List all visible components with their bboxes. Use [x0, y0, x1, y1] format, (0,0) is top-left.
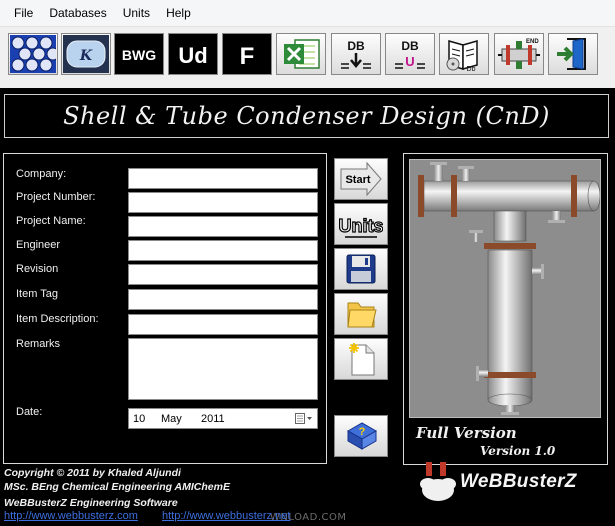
condenser-illustration — [418, 162, 601, 415]
project-name-input[interactable] — [128, 216, 318, 237]
db-edit-label: DB — [401, 39, 419, 53]
folder-icon — [347, 302, 377, 328]
app-title: Shell & Tube Condenser Design (CnD) — [63, 102, 550, 130]
end-label: END — [526, 39, 539, 45]
menu-bar: File Databases Units Help — [0, 0, 615, 27]
copyright-text: Copyright © 2011 by Khaled Aljundi — [4, 467, 181, 479]
company-input[interactable] — [128, 168, 318, 189]
calendar-dropdown-icon[interactable] — [295, 413, 313, 425]
bwg-button[interactable]: BWG — [114, 33, 164, 75]
f-factor-icon: F — [224, 35, 270, 73]
open-button[interactable] — [334, 293, 388, 335]
db-import-button[interactable]: DB — [331, 33, 381, 75]
revision-label: Revision — [16, 263, 59, 275]
db-edit-button[interactable]: DB U — [385, 33, 435, 75]
ud-icon-label: Ud — [178, 43, 207, 68]
version-label: Version 1.0 — [480, 444, 556, 458]
units-label: Units — [339, 216, 383, 236]
title-banner: Shell & Tube Condenser Design (CnD) — [4, 94, 609, 138]
help-button[interactable]: ? — [334, 415, 388, 457]
condenser-preview-panel: Full Version Version 1.0 — [403, 153, 608, 465]
project-number-label: Project Number: — [16, 191, 96, 203]
menu-help[interactable]: Help — [158, 6, 199, 20]
remarks-label: Remarks — [16, 338, 61, 350]
credentials-text: MSc. BEng Chemical Engineering AMIChemE — [4, 481, 230, 493]
thermal-conductivity-k-icon: K — [63, 35, 109, 73]
date-picker[interactable]: 10 May 2011 — [128, 408, 318, 429]
webbusterz-logo-icon — [420, 462, 456, 501]
exchanger-end-button[interactable]: END — [494, 33, 544, 75]
svg-text:?: ? — [359, 426, 366, 438]
start-button[interactable]: Start — [334, 158, 388, 200]
excel-icon — [284, 39, 320, 69]
f-icon-label: F — [240, 43, 255, 70]
date-day: 10 — [133, 413, 146, 425]
website-link-net[interactable]: http://www.webbusterz.net — [162, 510, 290, 522]
new-file-icon — [349, 343, 375, 376]
k-icon-label: K — [79, 48, 93, 64]
excel-export-button[interactable] — [276, 33, 326, 75]
logo-text: WeBBusterZ — [460, 471, 577, 492]
db-edit-icon: DB U — [395, 39, 425, 69]
project-form: Company: Project Number: Project Name: E… — [3, 153, 327, 464]
main-panel: Shell & Tube Condenser Design (CnD) Comp… — [0, 88, 615, 526]
full-version-label: Full Version — [416, 424, 517, 442]
project-number-input[interactable] — [128, 192, 318, 213]
db-import-label: DB — [347, 39, 365, 53]
company-text: WeBBusterZ Engineering Software — [4, 497, 178, 509]
condenser-image — [409, 159, 601, 418]
help-book-icon: ? — [346, 422, 378, 450]
menu-databases[interactable]: Databases — [41, 6, 114, 20]
menu-file[interactable]: File — [6, 6, 41, 20]
units-button[interactable]: Units — [334, 203, 388, 245]
tube-layout-icon — [10, 35, 56, 73]
units-icon: Units — [339, 215, 383, 238]
tube-layout-button[interactable] — [8, 33, 58, 75]
project-name-label: Project Name: — [16, 215, 86, 227]
ud-button[interactable]: Ud — [168, 33, 218, 75]
f-factor-button[interactable]: F — [222, 33, 272, 75]
bwg-icon-label: BWG — [122, 47, 156, 63]
start-label: Start — [345, 174, 370, 186]
ud-icon: Ud — [170, 35, 216, 73]
engineer-input[interactable] — [128, 240, 318, 261]
db-import-icon: DB — [341, 39, 371, 69]
exchanger-end-icon: END — [498, 39, 540, 69]
date-month: May — [161, 413, 182, 425]
svg-text:U: U — [405, 54, 414, 69]
engineer-label: Engineer — [16, 239, 61, 251]
date-year: 2011 — [201, 413, 225, 425]
toolbar: K BWG Ud F DB DB U Db END — [0, 28, 615, 80]
start-arrow-icon: Start — [340, 161, 382, 197]
item-description-input[interactable] — [128, 314, 318, 335]
exit-icon — [557, 38, 586, 70]
date-label: Date: — [16, 406, 43, 418]
item-description-label: Item Description: — [16, 313, 99, 325]
item-tag-label: Item Tag — [16, 288, 58, 300]
save-button[interactable] — [334, 248, 388, 290]
database-book-icon: Db — [446, 40, 478, 73]
database-book-button[interactable]: Db — [439, 33, 489, 75]
floppy-disk-icon — [346, 254, 376, 284]
new-button[interactable] — [334, 338, 388, 380]
revision-input[interactable] — [128, 264, 318, 285]
db-book-label: Db — [467, 66, 476, 73]
exit-button[interactable] — [548, 33, 598, 75]
item-tag-input[interactable] — [128, 289, 318, 310]
remarks-textarea[interactable] — [128, 338, 318, 400]
company-label: Company: — [16, 168, 67, 180]
bwg-icon: BWG — [116, 35, 162, 73]
thermal-conductivity-button[interactable]: K — [61, 33, 111, 75]
app-window: File Databases Units Help K BWG Ud F DB … — [0, 0, 615, 526]
menu-units[interactable]: Units — [115, 6, 158, 20]
webbusterz-logo: WeBBusterZ — [418, 460, 598, 506]
website-link-com[interactable]: http://www.webbusterz.com — [4, 510, 138, 522]
